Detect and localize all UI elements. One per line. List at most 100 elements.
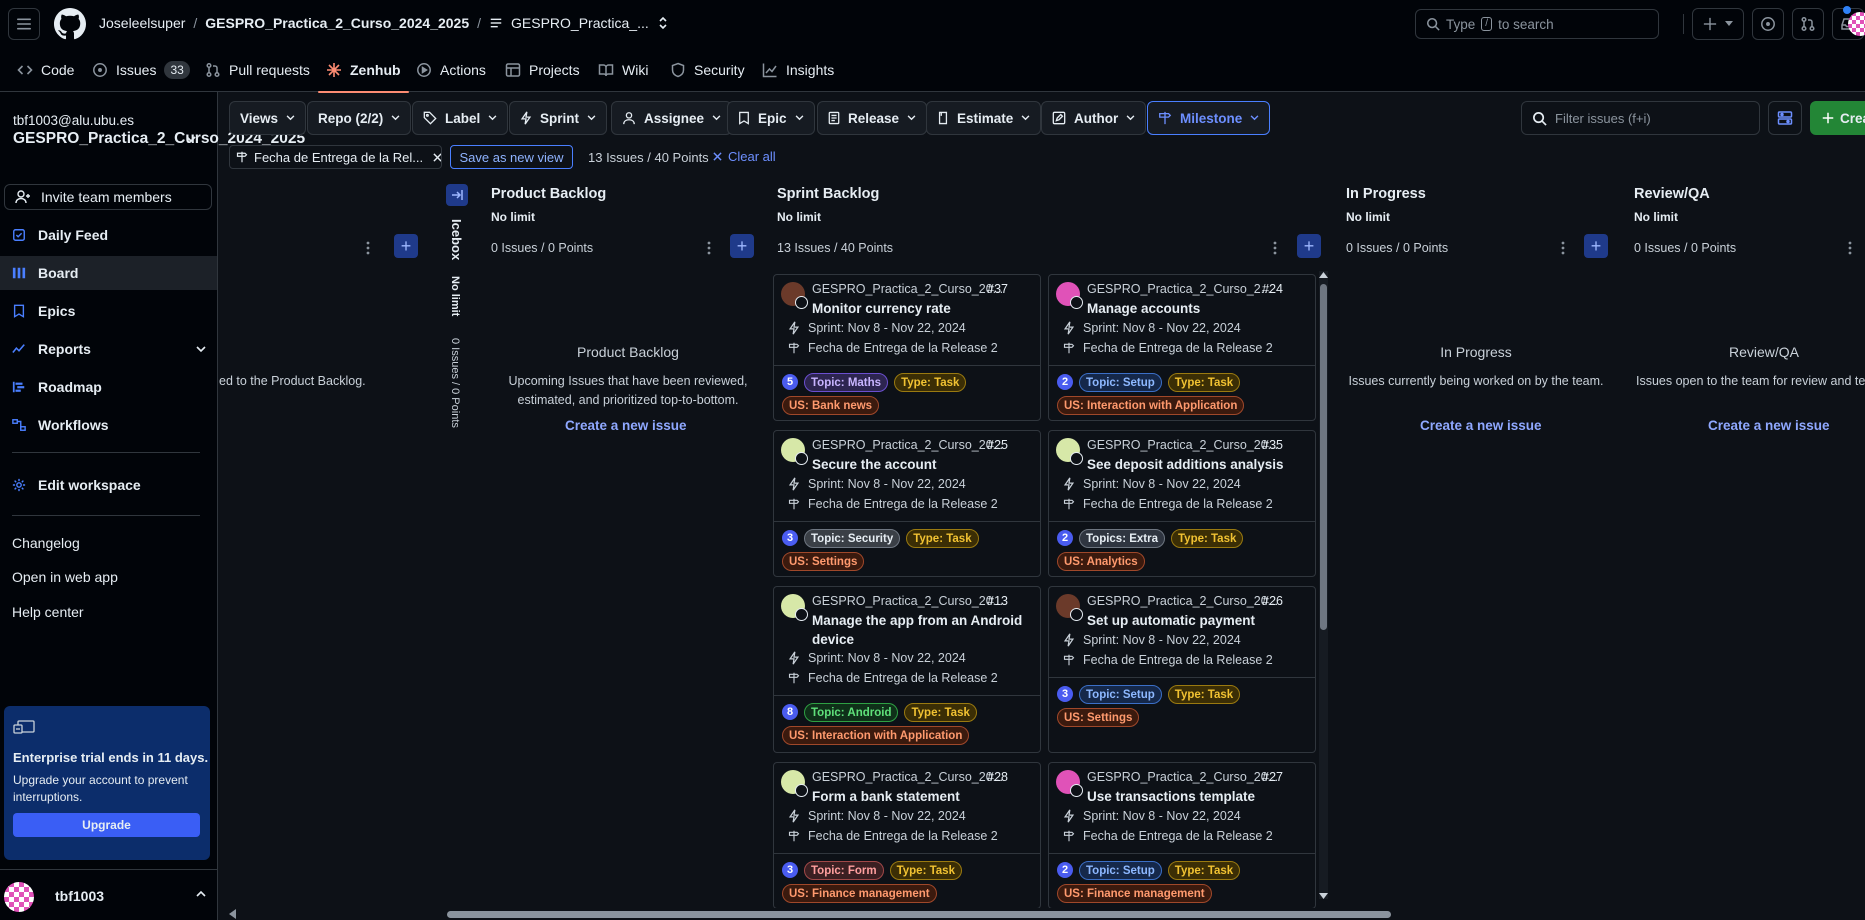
sidebar-item-edit-workspace[interactable]: Edit workspace [0,468,217,502]
kebab-menu-icon[interactable] [1273,241,1277,255]
label-chip[interactable]: Type: Task [904,703,977,722]
repo-filter-button[interactable]: Repo (2/2) [307,101,412,135]
sidebar-item-epics[interactable]: Epics [0,294,217,328]
tab-insights[interactable]: Insights [762,48,834,92]
label-chip[interactable]: Type: Task [1167,685,1241,704]
scroll-left-arrow-icon[interactable] [229,909,236,919]
filter-issues-input[interactable]: Filter issues (f+i) [1521,101,1760,135]
label-chip[interactable]: US: Finance management [782,884,937,903]
sidebar-item-board[interactable]: Board [0,256,217,290]
issue-card[interactable]: GESPRO_Practica_2_Curso_20... #26 Set up a… [1048,586,1316,753]
tab-zenhub[interactable]: Zenhub [318,48,409,93]
add-issue-button[interactable]: + [1297,234,1321,258]
label-chip[interactable]: Type: Task [906,529,979,548]
pull-request-icon[interactable] [1792,8,1824,40]
label-chip[interactable]: Type: Task [1171,529,1244,548]
kebab-menu-icon[interactable] [707,241,711,255]
menu-icon[interactable] [8,8,40,40]
milestone-filter-chip[interactable]: Fecha de Entrega de la Rel... [229,145,442,169]
label-chip[interactable]: Topic: Setup [1079,861,1162,880]
breadcrumb-owner[interactable]: Joseleelsuper [99,15,185,31]
icebox-column-collapsed[interactable]: Icebox No limit 0 Issues / 0 Points [446,176,476,910]
card-title[interactable]: Form a bank statement [812,787,1032,806]
epic-filter-button[interactable]: Epic [727,101,815,135]
github-logo-icon[interactable] [54,8,86,40]
changelog-link[interactable]: Changelog [12,535,80,551]
user-avatar[interactable] [1848,12,1865,36]
card-title[interactable]: Manage the app from an Android device [812,611,1032,649]
clear-all-button[interactable]: Clear all [713,149,776,164]
issue-card[interactable]: GESPRO_Practica_2_Curso_20... #37 Monitor … [773,274,1041,421]
sidebar-item-reports[interactable]: Reports [0,332,217,366]
add-issue-button[interactable]: + [1584,234,1608,258]
create-new-issue-link[interactable]: Create a new issue [565,418,687,433]
kebab-menu-icon[interactable] [1848,241,1852,255]
kebab-menu-icon[interactable] [1561,241,1565,255]
tab-issues[interactable]: Issues 33 [92,48,190,92]
tab-wiki[interactable]: Wiki [598,48,648,92]
create-new-issue-link[interactable]: Create a new issue [1708,418,1830,433]
label-chip[interactable]: US: Settings [782,552,865,571]
issue-card[interactable]: GESPRO_Practica_2_Curso_20... #28 Form a b… [773,762,1041,909]
assignee-filter-button[interactable]: Assignee [611,101,733,135]
issue-card[interactable]: GESPRO_Practica_2_Curso_20... #25 Secure t… [773,430,1041,577]
label-chip[interactable]: Type: Task [889,861,962,880]
tab-security[interactable]: Security [670,48,745,92]
upgrade-button[interactable]: Upgrade [13,813,200,837]
label-chip[interactable]: US: Bank news [782,396,880,415]
label-chip[interactable]: Topic: Maths [804,373,889,392]
label-chip[interactable]: Type: Task [894,373,967,392]
author-filter-button[interactable]: Author [1041,101,1147,135]
sidebar-item-roadmap[interactable]: Roadmap [0,370,217,404]
sidebar-item-workflows[interactable]: Workflows [0,408,217,442]
chevron-updown-icon[interactable] [657,16,669,30]
sidebar-item-daily-feed[interactable]: Daily Feed [0,218,217,252]
issue-card[interactable]: GESPRO_Practica_2_Curso_20... #35 See depo… [1048,430,1316,577]
label-chip[interactable]: Topics: Extra [1079,529,1165,548]
workspace-name[interactable]: GESPRO_Practica_2_Curso_2024_2025 [13,130,305,148]
breadcrumb-repo[interactable]: GESPRO_Practica_2_Curso_2024_2025 [205,15,469,31]
user-menu[interactable]: tbf1003 [0,869,217,920]
label-chip[interactable]: Topic: Security [804,529,901,548]
label-chip[interactable]: Topic: Setup [1079,373,1162,392]
tab-pull-requests[interactable]: Pull requests [205,48,310,92]
invite-team-button[interactable]: Invite team members [4,184,212,210]
kebab-menu-icon[interactable] [366,241,370,255]
issue-card[interactable]: GESPRO_Practica_2_Curso_20... #13 Manage t… [773,586,1041,753]
label-chip[interactable]: Type: Task [1167,861,1241,880]
tab-code[interactable]: Code [17,48,74,92]
label-chip[interactable]: US: Interaction with Application [782,726,970,745]
label-chip[interactable]: US: Analytics [1057,552,1145,571]
label-chip[interactable]: Topic: Form [804,861,884,880]
create-new-issue-link[interactable]: Create a new issue [1420,418,1542,433]
release-filter-button[interactable]: Release [817,101,928,135]
global-search-input[interactable]: Type / to search [1415,9,1659,39]
tab-projects[interactable]: Projects [505,48,580,92]
layout-toggle-icon[interactable] [1768,101,1802,135]
scroll-down-arrow-icon[interactable] [1319,893,1328,899]
milestone-filter-button[interactable]: Milestone [1147,101,1271,135]
close-icon[interactable] [433,152,441,162]
card-title[interactable]: Set up automatic payment [1087,611,1307,630]
save-as-new-view-button[interactable]: Save as new view [450,145,573,169]
label-chip[interactable]: US: Finance management [1057,884,1212,903]
label-filter-button[interactable]: Label [412,101,509,135]
horizontal-scrollbar-thumb[interactable] [447,911,1391,918]
breadcrumb-workspace[interactable]: GESPRO_Practica_... [511,15,649,31]
scroll-up-arrow-icon[interactable] [1319,272,1328,278]
card-title[interactable]: Use transactions template [1087,787,1307,806]
card-title[interactable]: See deposit additions analysis [1087,455,1307,474]
issues-circle-icon[interactable] [1752,8,1784,40]
estimate-filter-button[interactable]: Estimate [926,101,1042,135]
card-title[interactable]: Secure the account [812,455,1032,474]
issue-card[interactable]: GESPRO_Practica_2_Curso_20... #27 Use tran… [1048,762,1316,909]
open-web-app-link[interactable]: Open in web app [12,569,118,585]
tab-actions[interactable]: Actions [416,48,486,92]
chevron-down-icon[interactable] [186,135,196,143]
expand-column-icon[interactable] [446,184,468,206]
add-issue-button[interactable]: + [394,234,418,258]
create-issue-button[interactable]: Crea [1810,101,1865,135]
add-issue-button[interactable]: + [730,234,754,258]
label-chip[interactable]: US: Interaction with Application [1057,396,1245,415]
label-chip[interactable]: Type: Task [1167,373,1241,392]
